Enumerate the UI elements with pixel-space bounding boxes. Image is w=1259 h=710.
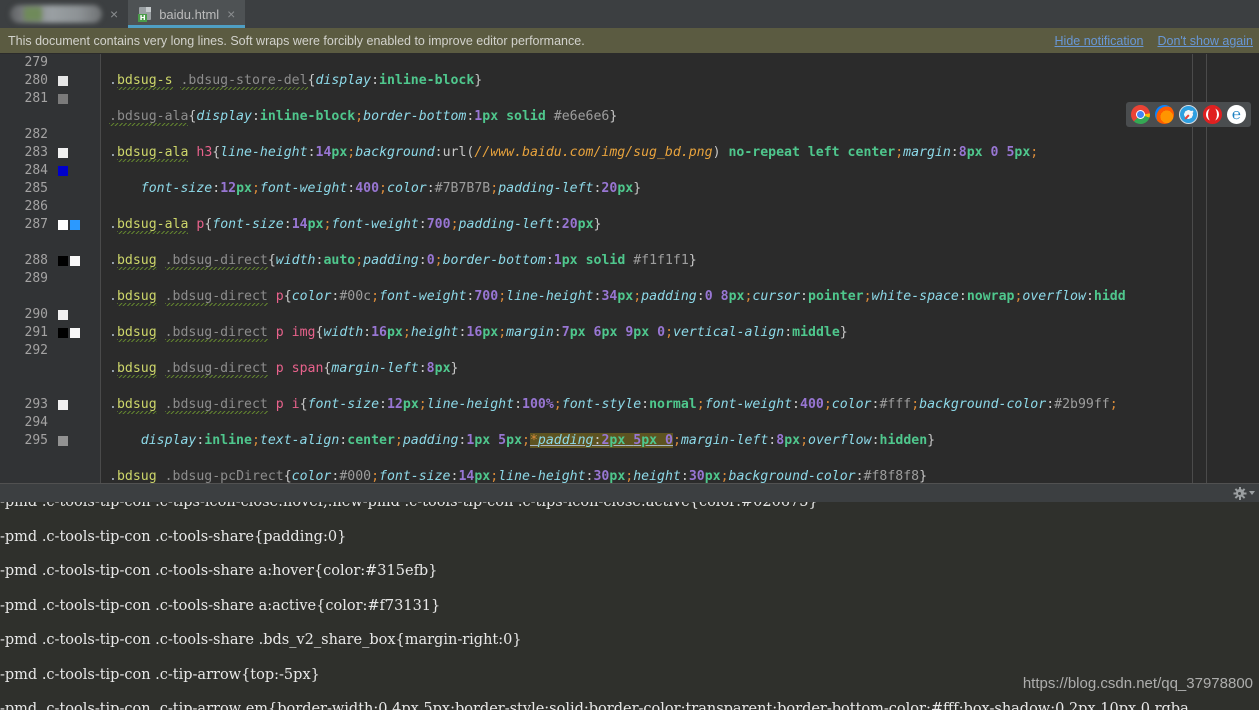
tab-label: baidu.html xyxy=(159,6,220,22)
line-number: 281 xyxy=(24,91,48,106)
color-swatch[interactable] xyxy=(58,310,68,320)
notification-actions: Hide notification Don't show again xyxy=(1055,34,1253,48)
color-swatch-group[interactable] xyxy=(58,256,80,266)
color-swatch[interactable] xyxy=(70,256,80,266)
color-swatch-group[interactable] xyxy=(58,400,68,410)
color-swatch-group[interactable] xyxy=(58,148,68,158)
gutter-wrap-row xyxy=(0,378,100,396)
line-number: 283 xyxy=(24,145,48,160)
color-swatch[interactable] xyxy=(70,220,80,230)
firefox-icon[interactable] xyxy=(1155,105,1174,124)
color-swatch-group[interactable] xyxy=(58,310,68,320)
gutter-line: 289 xyxy=(0,270,100,288)
gutter-line: 286 xyxy=(0,198,100,216)
color-swatch-group[interactable] xyxy=(58,220,80,230)
color-swatch-group[interactable] xyxy=(58,166,68,176)
edge-icon[interactable]: ℮ xyxy=(1227,105,1246,124)
line-number: 295 xyxy=(24,433,48,448)
notification-message: This document contains very long lines. … xyxy=(8,33,585,48)
line-number: 293 xyxy=(24,397,48,412)
color-swatch[interactable] xyxy=(58,220,68,230)
opera-icon[interactable] xyxy=(1203,105,1222,124)
color-swatch[interactable] xyxy=(58,328,68,338)
line-number: 294 xyxy=(24,415,48,430)
gutter-wrap-row xyxy=(0,108,100,126)
tab-redacted-file[interactable]: × xyxy=(0,0,129,28)
gutter-line: 280 xyxy=(0,72,100,90)
line-number: 288 xyxy=(24,253,48,268)
color-swatch[interactable] xyxy=(58,94,68,104)
color-swatch-group[interactable] xyxy=(58,76,68,86)
watermark-url: https://blog.csdn.net/qq_37978800 xyxy=(1022,675,1253,692)
gutter-line: 282 xyxy=(0,126,100,144)
editor-tab-bar: × H baidu.html × xyxy=(0,0,1259,28)
line-number: 286 xyxy=(24,199,48,214)
notification-bar: This document contains very long lines. … xyxy=(0,28,1259,54)
gutter-line: 293 xyxy=(0,396,100,414)
gutter-line: 287 xyxy=(0,216,100,234)
line-number: 280 xyxy=(24,73,48,88)
line-number: 279 xyxy=(24,55,48,70)
gutter-line: 279 xyxy=(0,54,100,72)
editor-gutter[interactable]: 279 280 281 282 283 284 285 286 287 288 289 290 291 2… xyxy=(0,54,101,483)
panel-output-line: -pmd .c-tools-tip-con .c-tip-arrow em{bo… xyxy=(0,701,1189,710)
code-editor[interactable]: 279 280 281 282 283 284 285 286 287 288 289 290 291 2… xyxy=(0,54,1259,483)
panel-output-line: -pmd .c-tools-tip-con .c-tools-share{pad… xyxy=(0,528,347,545)
color-swatch[interactable] xyxy=(58,76,68,86)
color-swatch[interactable] xyxy=(70,328,80,338)
safari-icon[interactable] xyxy=(1179,105,1198,124)
gutter-wrap-row xyxy=(0,360,100,378)
gutter-line: 288 xyxy=(0,252,100,270)
panel-output-line: -pmd .c-tools-tip-con .c-tools-share a:a… xyxy=(0,597,441,614)
color-swatch-group[interactable] xyxy=(58,436,68,446)
dont-show-again-link[interactable]: Don't show again xyxy=(1157,34,1253,48)
color-swatch[interactable] xyxy=(58,400,68,410)
html-badge: H xyxy=(138,13,148,22)
editor-code-area[interactable]: .bdsug-s .bdsug-store-del{display:inline… xyxy=(101,54,1259,483)
hide-notification-link[interactable]: Hide notification xyxy=(1055,34,1144,48)
browser-compatibility-icons[interactable]: ℮ xyxy=(1126,102,1251,127)
line-number: 290 xyxy=(24,307,48,322)
line-number: 291 xyxy=(24,325,48,340)
gutter-line: 291 xyxy=(0,324,100,342)
tool-panel-header xyxy=(0,483,1259,502)
color-swatch[interactable] xyxy=(58,148,68,158)
gutter-line: 290 xyxy=(0,306,100,324)
line-number: 287 xyxy=(24,217,48,232)
chrome-icon[interactable] xyxy=(1131,105,1150,124)
panel-output-line: -pmd .c-tools-tip-con .c-tools-share a:h… xyxy=(0,563,438,579)
color-swatch[interactable] xyxy=(58,166,68,176)
line-number: 289 xyxy=(24,271,48,286)
tab-baidu-html[interactable]: H baidu.html × xyxy=(128,0,246,28)
gutter-wrap-row xyxy=(0,288,100,306)
gutter-line: 283 xyxy=(0,144,100,162)
line-number: 284 xyxy=(24,163,48,178)
gutter-line: 281 xyxy=(0,90,100,108)
highlighted-token: *padding:2px 5px 0 xyxy=(529,433,673,448)
gutter-line: 295 xyxy=(0,432,100,450)
line-number: 292 xyxy=(24,343,48,358)
line-number: 285 xyxy=(24,181,48,196)
gutter-wrap-row xyxy=(0,234,100,252)
chevron-down-icon[interactable] xyxy=(1249,491,1255,495)
tab-redacted-label xyxy=(10,5,102,23)
gutter-line: 284 xyxy=(0,162,100,180)
html-file-icon: H xyxy=(138,6,153,22)
gutter-line: 285 xyxy=(0,180,100,198)
gear-icon[interactable] xyxy=(1233,486,1246,500)
panel-output-line: -pmd .c-tools-tip-con .c-tools-share .bd… xyxy=(0,632,522,648)
close-icon[interactable]: × xyxy=(225,7,237,21)
color-swatch[interactable] xyxy=(58,436,68,446)
panel-output-line: -pmd .c-tools-tip-con .c-tips-icon-close… xyxy=(0,502,818,510)
color-swatch[interactable] xyxy=(58,256,68,266)
gutter-line: 294 xyxy=(0,414,100,432)
close-icon[interactable]: × xyxy=(108,7,120,21)
gutter-line: 292 xyxy=(0,342,100,360)
color-swatch-group[interactable] xyxy=(58,94,68,104)
color-swatch-group[interactable] xyxy=(58,328,80,338)
line-number: 282 xyxy=(24,127,48,142)
